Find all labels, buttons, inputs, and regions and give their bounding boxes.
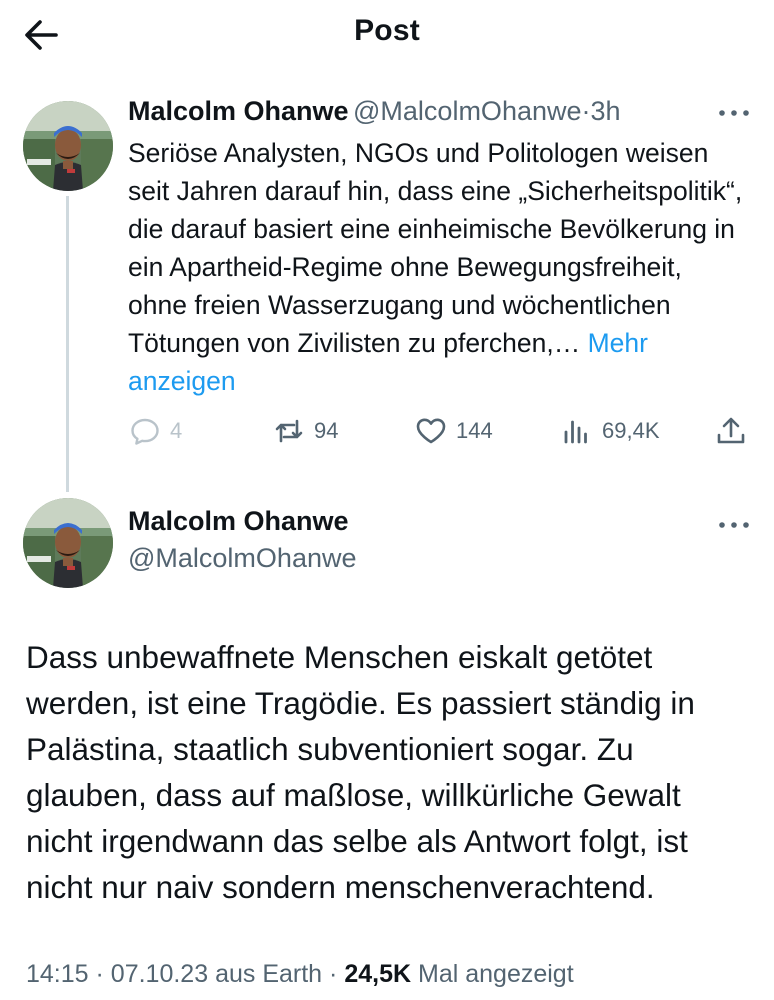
- top-bar: Post: [0, 0, 774, 70]
- post-meta: 14:15 · 07.10.23 aus Earth · 24,5K Mal a…: [26, 960, 574, 989]
- post-location: aus Earth: [215, 960, 323, 988]
- like-count: 144: [456, 418, 493, 443]
- reply-icon: [131, 418, 159, 445]
- page-title: Post: [354, 14, 420, 47]
- bar-chart-icon: [564, 420, 587, 444]
- post-views-count[interactable]: 24,5K: [344, 960, 411, 988]
- post-text: Dass unbewaffnete Menschen eiskalt getöt…: [26, 639, 695, 905]
- reply-to-text: Seriöse Analysten, NGOs und Politologen …: [128, 134, 748, 400]
- post-views-label: Mal angezeigt: [418, 960, 574, 988]
- heart-icon: [416, 418, 446, 444]
- more-options-icon[interactable]: [716, 515, 752, 535]
- reply-button[interactable]: 4: [128, 414, 182, 448]
- share-button[interactable]: [714, 414, 748, 448]
- share-icon: [717, 417, 745, 444]
- post-time[interactable]: 14:15: [26, 960, 89, 988]
- post-date[interactable]: 07.10.23: [111, 960, 208, 988]
- author-handle[interactable]: @MalcolmOhanwe: [353, 96, 582, 126]
- author-name[interactable]: Malcolm Ohanwe: [128, 506, 349, 537]
- views-button[interactable]: 69,4K: [560, 414, 660, 448]
- reply-count: 4: [170, 418, 183, 443]
- avatar[interactable]: [23, 101, 113, 191]
- reply-to-header: Malcolm Ohanwe @MalcolmOhanwe·3h: [128, 96, 621, 127]
- thread-connector-line: [66, 196, 69, 492]
- repost-count: 94: [314, 418, 339, 443]
- views-count: 69,4K: [602, 418, 660, 443]
- separator-dot: ·: [329, 960, 338, 988]
- reply-to-body: Seriöse Analysten, NGOs und Politologen …: [128, 138, 743, 358]
- author-name[interactable]: Malcolm Ohanwe: [128, 96, 349, 126]
- author-handle[interactable]: @MalcolmOhanwe: [128, 543, 357, 574]
- post-time[interactable]: 3h: [591, 96, 621, 126]
- separator-dot: ·: [581, 96, 591, 126]
- like-button[interactable]: 144: [414, 414, 493, 448]
- repost-button[interactable]: 94: [272, 414, 338, 448]
- more-options-icon[interactable]: [716, 103, 752, 123]
- separator-dot: ·: [95, 960, 104, 988]
- repost-icon: [275, 419, 303, 443]
- avatar[interactable]: [23, 498, 113, 588]
